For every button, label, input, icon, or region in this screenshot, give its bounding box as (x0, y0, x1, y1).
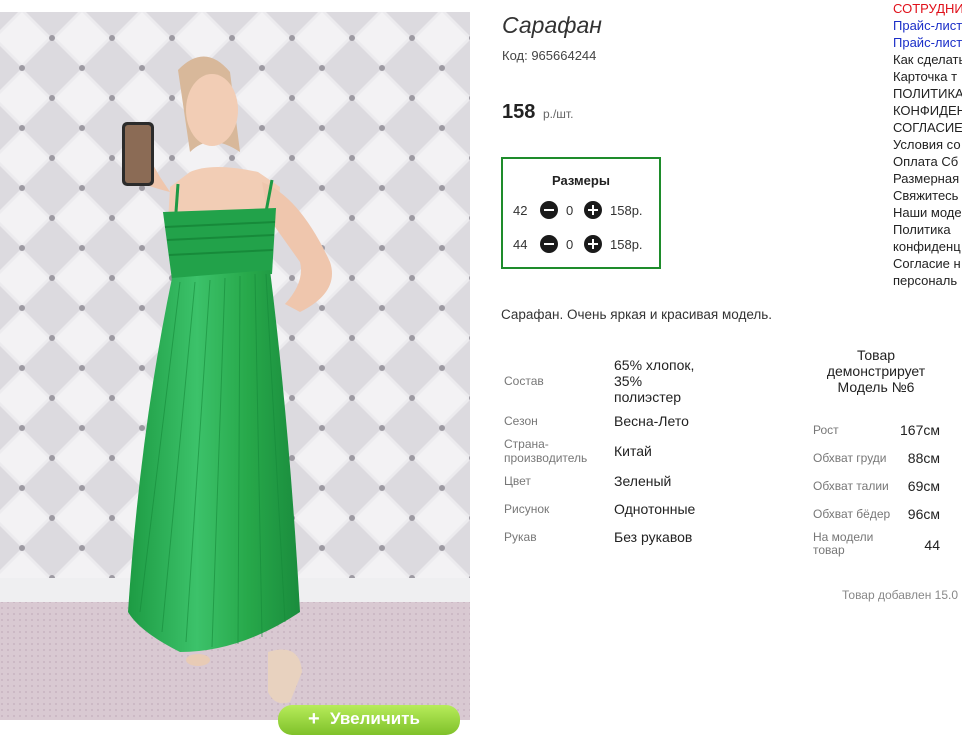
product-description: Сарафан. Очень яркая и красивая модель. (501, 307, 773, 322)
attr-label-sleeve: Рукав (504, 530, 537, 544)
model-value-size-on-model: 44 (924, 537, 940, 553)
size-label: 42 (513, 203, 528, 218)
increase-quantity-button[interactable] (584, 201, 602, 219)
menu-item[interactable]: Условия со (893, 136, 962, 153)
product-title: Сарафан (502, 12, 602, 38)
price-unit: р./шт. (542, 107, 574, 121)
attr-value-color: Зеленый (614, 473, 672, 489)
size-row: 44 0 158р. (503, 235, 659, 255)
menu-item[interactable]: Наши моде (893, 204, 962, 221)
model-title: Товар демонстрирует Модель №6 (826, 347, 926, 395)
added-date: Товар добавлен 15.0 (842, 588, 959, 602)
attr-value-season: Весна-Лето (614, 413, 689, 429)
product-code: Код: 965664244 (502, 48, 597, 63)
plus-icon: + (308, 708, 320, 730)
increase-quantity-button[interactable] (584, 235, 602, 253)
zoom-button[interactable]: + Увеличить (278, 705, 460, 735)
price-value: 158 (502, 101, 536, 123)
size-row: 42 0 158р. (503, 201, 659, 221)
model-label-height: Рост (813, 423, 839, 437)
menu-item[interactable]: ПОЛИТИКА (893, 85, 962, 102)
menu-item[interactable]: Согласие н (893, 255, 962, 272)
attr-value-sleeve: Без рукавов (614, 529, 693, 545)
size-label: 44 (513, 237, 528, 252)
menu-item[interactable]: КОНФИДЕН (893, 102, 962, 119)
menu-item[interactable]: конфиденц (893, 238, 962, 255)
attr-label-season: Сезон (504, 414, 538, 428)
menu-item[interactable]: Карточка т (893, 68, 962, 85)
attr-value-composition: 65% хлопок, 35% полиэстер (614, 357, 695, 405)
attr-label-composition: Состав (504, 374, 544, 388)
menu-item[interactable]: Прайс-лист (893, 17, 962, 34)
zoom-button-label: Увеличить (330, 709, 420, 728)
attr-label-country: Страна-производитель (504, 437, 588, 465)
menu-item[interactable]: СОТРУДНИ (893, 0, 962, 17)
model-value-waist: 69см (907, 478, 940, 494)
decrease-quantity-button[interactable] (540, 235, 558, 253)
menu-item[interactable]: Оплата Сб (893, 153, 962, 170)
size-price: 158р. (610, 203, 643, 218)
product-price: 158 р./шт. (502, 101, 573, 124)
side-menu: СОТРУДНИ Прайс-лист Прайс-лист Как сдела… (893, 0, 962, 289)
quantity-value[interactable]: 0 (566, 237, 573, 252)
quantity-value[interactable]: 0 (566, 203, 573, 218)
menu-item[interactable]: Свяжитесь (893, 187, 962, 204)
product-photo[interactable] (0, 12, 470, 720)
menu-item[interactable]: Политика (893, 221, 962, 238)
attr-label-color: Цвет (504, 474, 531, 488)
model-value-height: 167см (900, 422, 940, 438)
menu-item[interactable]: Как сделать (893, 51, 962, 68)
attr-value-country: Китай (614, 443, 652, 459)
attr-label-pattern: Рисунок (504, 502, 550, 516)
model-value-bust: 88см (907, 450, 940, 466)
decrease-quantity-button[interactable] (540, 201, 558, 219)
menu-item[interactable]: Размерная (893, 170, 962, 187)
model-value-hips: 96см (907, 506, 940, 522)
menu-item[interactable]: персональ (893, 272, 962, 289)
size-price: 158р. (610, 237, 643, 252)
sizes-box: Размеры 42 0 158р. 44 0 158р. (501, 157, 661, 269)
sizes-header: Размеры (552, 173, 610, 188)
menu-item[interactable]: СОГЛАСИЕ (893, 119, 962, 136)
attr-value-pattern: Однотонные (614, 501, 696, 517)
menu-item[interactable]: Прайс-лист (893, 34, 962, 51)
